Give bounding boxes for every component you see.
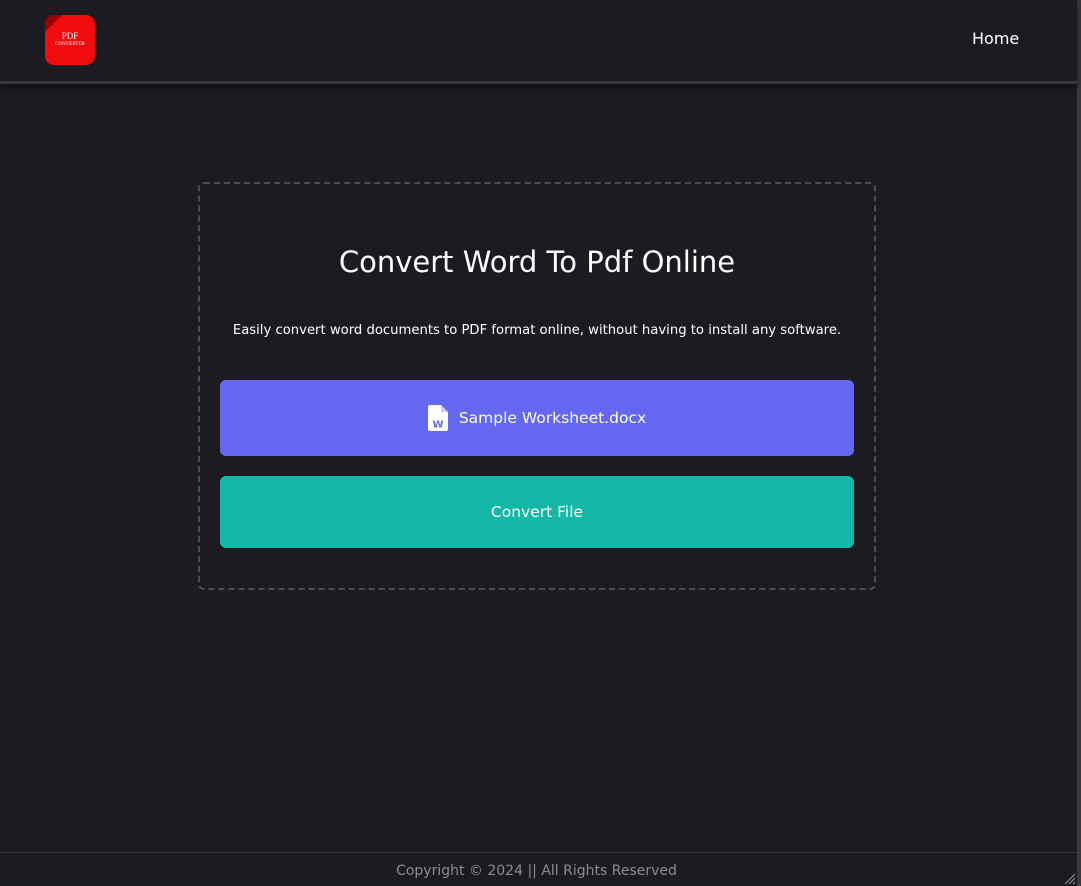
svg-text:W: W: [432, 420, 443, 431]
header: PDF CONVERTER Home: [0, 0, 1077, 84]
page-title: Convert Word To Pdf Online: [338, 245, 736, 279]
logo[interactable]: PDF CONVERTER: [45, 15, 95, 65]
copyright-text: Copyright © 2024 || All Rights Reserved: [396, 863, 677, 879]
word-document-icon: W: [427, 405, 448, 431]
logo-text-pdf: PDF: [61, 31, 79, 41]
logo-corner-fold: [45, 15, 62, 32]
app-window: PDF CONVERTER Home Convert Word To Pdf O…: [0, 0, 1081, 886]
convert-file-button[interactable]: Convert File: [220, 476, 854, 548]
logo-text-converter: CONVERTER: [55, 42, 85, 47]
selected-filename: Sample Worksheet.docx: [458, 409, 647, 427]
page-subtitle: Easily convert word documents to PDF for…: [232, 323, 842, 338]
footer: Copyright © 2024 || All Rights Reserved: [0, 852, 1077, 886]
converter-card: Convert Word To Pdf Online Easily conver…: [198, 182, 876, 590]
resize-grip-icon[interactable]: [1063, 872, 1075, 884]
nav-home-link[interactable]: Home: [972, 29, 1019, 49]
file-select-button[interactable]: W Sample Worksheet.docx: [220, 380, 854, 456]
